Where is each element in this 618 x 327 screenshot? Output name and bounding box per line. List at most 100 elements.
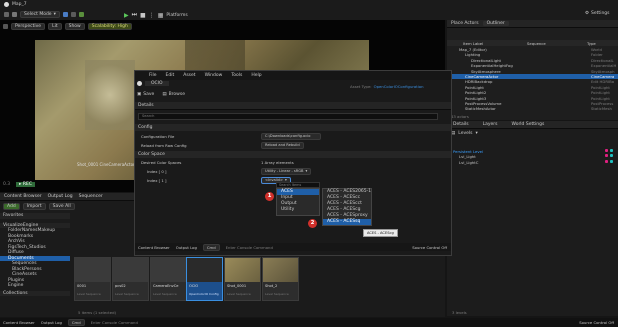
play-icon[interactable]: ▶ — [124, 12, 129, 19]
menu-window[interactable]: Window — [205, 73, 223, 78]
details-tabs: Details Layers World Settings — [447, 121, 618, 129]
asset-type: Asset Type: OpenColorIOConfiguration — [350, 84, 424, 89]
asset-thumb[interactable]: 0001 Level Sequence — [74, 257, 111, 301]
col-type[interactable]: Type — [587, 41, 596, 46]
platforms-button[interactable]: Platforms — [166, 13, 187, 18]
tab-output-log[interactable]: Output Log — [48, 194, 73, 199]
level-row[interactable]: Lvl_LightC — [453, 159, 613, 165]
col-sequence[interactable]: Sequence — [507, 41, 587, 46]
tab-world-settings[interactable]: World Settings — [512, 122, 545, 127]
tab-place-actors[interactable]: Place Actors — [451, 21, 479, 26]
section-config[interactable]: Config — [135, 124, 451, 131]
tab-details[interactable]: Details — [138, 103, 154, 108]
menu-icon[interactable] — [3, 24, 8, 29]
asset-thumb[interactable]: Shot_2 Level Sequence — [262, 257, 299, 301]
tab-content-browser[interactable]: Content Browser — [4, 194, 42, 199]
status-console-input[interactable]: Enter Console Command — [91, 320, 138, 325]
outliner-row[interactable]: StaticMeshActor StaticMesh — [447, 106, 618, 111]
menu-tools[interactable]: Tools — [231, 73, 242, 78]
menu-asset[interactable]: Asset — [183, 73, 195, 78]
blueprint-icon[interactable] — [62, 12, 68, 17]
config-file-field[interactable]: C:\Downloads\config.ocio — [261, 132, 321, 140]
play-controls: ▶ ⏭ ■ ⋮ ▦ Platforms — [124, 11, 188, 19]
more-icon[interactable]: ⋮ — [149, 12, 155, 19]
skip-icon[interactable]: ⏭ — [132, 11, 137, 19]
save-button[interactable]: ▣ Save — [137, 92, 154, 97]
outliner-panel: Place Actors Outliner Item Label Sequenc… — [447, 20, 618, 120]
actor-count: 43 actors — [451, 114, 469, 119]
collections-header[interactable]: Collections — [0, 290, 70, 296]
level-count: 3 levels — [452, 310, 467, 315]
tab-outliner[interactable]: Outliner — [482, 21, 509, 26]
asset-thumb[interactable]: Shot_0001 Level Sequence — [224, 257, 261, 301]
cinematics-icon[interactable] — [70, 12, 76, 17]
outliner-list: Map_7 (Editor) World Lighting Folder Direc… — [447, 47, 618, 112]
favorites-header[interactable]: Favorites — [0, 213, 70, 219]
ocio-toolbar: ▣ Save ▤ Browse — [137, 92, 185, 97]
tree-item[interactable]: Engine — [0, 283, 70, 289]
levels-header: ▤ Levels ▾ — [451, 131, 478, 136]
asset-thumb[interactable]: pcs02 Level Sequence — [112, 257, 149, 301]
status-content-browser[interactable]: Content Browser — [3, 320, 35, 325]
status-cmd-button[interactable]: Cmd — [67, 319, 85, 326]
menu-edit[interactable]: Edit — [166, 73, 175, 78]
color-space-menu: ACES Input Output Utility — [276, 188, 320, 216]
status-source-control[interactable]: Source Control Off — [579, 320, 618, 325]
asset-thumb[interactable]: CameraEnvCe Level Sequence — [150, 257, 187, 301]
add-icon[interactable] — [78, 12, 84, 17]
record-badge: ▸ REC — [16, 182, 35, 187]
status-output-log[interactable]: Output Log — [41, 320, 62, 325]
lit-button[interactable]: Lit — [48, 23, 62, 30]
tab-layers[interactable]: Layers — [483, 122, 498, 127]
unreal-logo-icon — [4, 2, 9, 7]
chevron-down-icon: ▾ — [305, 169, 308, 173]
ocio-bottombar: Content Browser Output Log Cmd Enter Con… — [135, 243, 451, 251]
folder-icon[interactable] — [12, 12, 17, 17]
asset-thumb-selected[interactable]: OCIO OpenColorIO Config — [186, 257, 223, 301]
cb-toolbar: Add Import Save All — [3, 203, 75, 210]
config-file-row: Configuration File C:\Downloads\config.o… — [135, 132, 451, 140]
desired-row: Desired Color Spaces 1 Array elements — [141, 160, 294, 165]
levels-list: Persistent Level Lvl_Light Lvl_LightC — [453, 149, 613, 165]
mode-select-button[interactable]: Select Mode ▾ — [20, 11, 60, 18]
source-control[interactable]: Source Control Off — [412, 245, 451, 250]
index0-row: Index [ 0 ] Utility - Linear - sRGB ▾ — [135, 167, 451, 175]
settings-button[interactable]: ⚙ Settings — [585, 11, 610, 16]
folder-icon: ▤ — [162, 92, 167, 97]
outliner-columns: Item Label Sequence Type — [447, 40, 618, 46]
browse-button[interactable]: ▤ Browse — [162, 92, 185, 97]
menu-item-utility[interactable]: Utility — [277, 207, 319, 213]
console-input[interactable]: Enter Console Command — [226, 245, 273, 250]
ocio-window: File Edit Asset Window Tools Help OCIO A… — [134, 70, 452, 256]
output-log-link[interactable]: Output Log — [176, 245, 197, 250]
cb-sidebar: Favorites VisualizeEngine FolderNamesMak… — [0, 213, 70, 313]
map-title: Map_7 — [12, 2, 27, 7]
cmd-button[interactable]: Cmd — [202, 243, 220, 251]
menu-file[interactable]: File — [149, 73, 157, 78]
tab-sequencer[interactable]: Sequencer — [79, 194, 103, 199]
ocio-tab[interactable]: OCIO — [145, 81, 169, 86]
aces-submenu: ACES - ACES2065-1 ACES - ACEScc ACES - A… — [322, 188, 372, 226]
viewport-overlay-text: Shot_0001 CineCameraActor — [77, 162, 135, 167]
perspective-button[interactable]: Perspective — [11, 23, 46, 30]
stop-icon[interactable]: ■ — [140, 12, 146, 19]
section-color-space[interactable]: Color Space — [135, 151, 451, 158]
save-icon[interactable] — [4, 12, 9, 17]
tab-details[interactable]: Details — [453, 122, 469, 127]
save-all-button[interactable]: Save All — [48, 203, 75, 210]
submenu-item-selected[interactable]: ACES - ACESsq — [323, 219, 371, 225]
menu-help[interactable]: Help — [251, 73, 261, 78]
cb-link[interactable]: Content Browser — [138, 245, 170, 250]
ocio-search-input[interactable]: Search — [138, 113, 438, 120]
index0-select[interactable]: Utility - Linear - sRGB ▾ — [261, 167, 312, 175]
show-button[interactable]: Show — [64, 23, 85, 30]
viewport-bottom-bar: 0.3 ▸ REC — [3, 182, 35, 187]
chevron-down-icon: ▾ — [53, 12, 56, 17]
scalability-badge[interactable]: Scalability: High — [87, 23, 132, 30]
reload-button[interactable]: Reload and Rebuild — [261, 141, 304, 149]
import-button[interactable]: Import — [22, 203, 46, 210]
add-button[interactable]: Add — [3, 203, 20, 210]
step-badge-1: 1 — [265, 192, 274, 201]
col-item-label[interactable]: Item Label — [447, 41, 507, 46]
ocio-menubar: File Edit Asset Window Tools Help — [135, 71, 451, 80]
